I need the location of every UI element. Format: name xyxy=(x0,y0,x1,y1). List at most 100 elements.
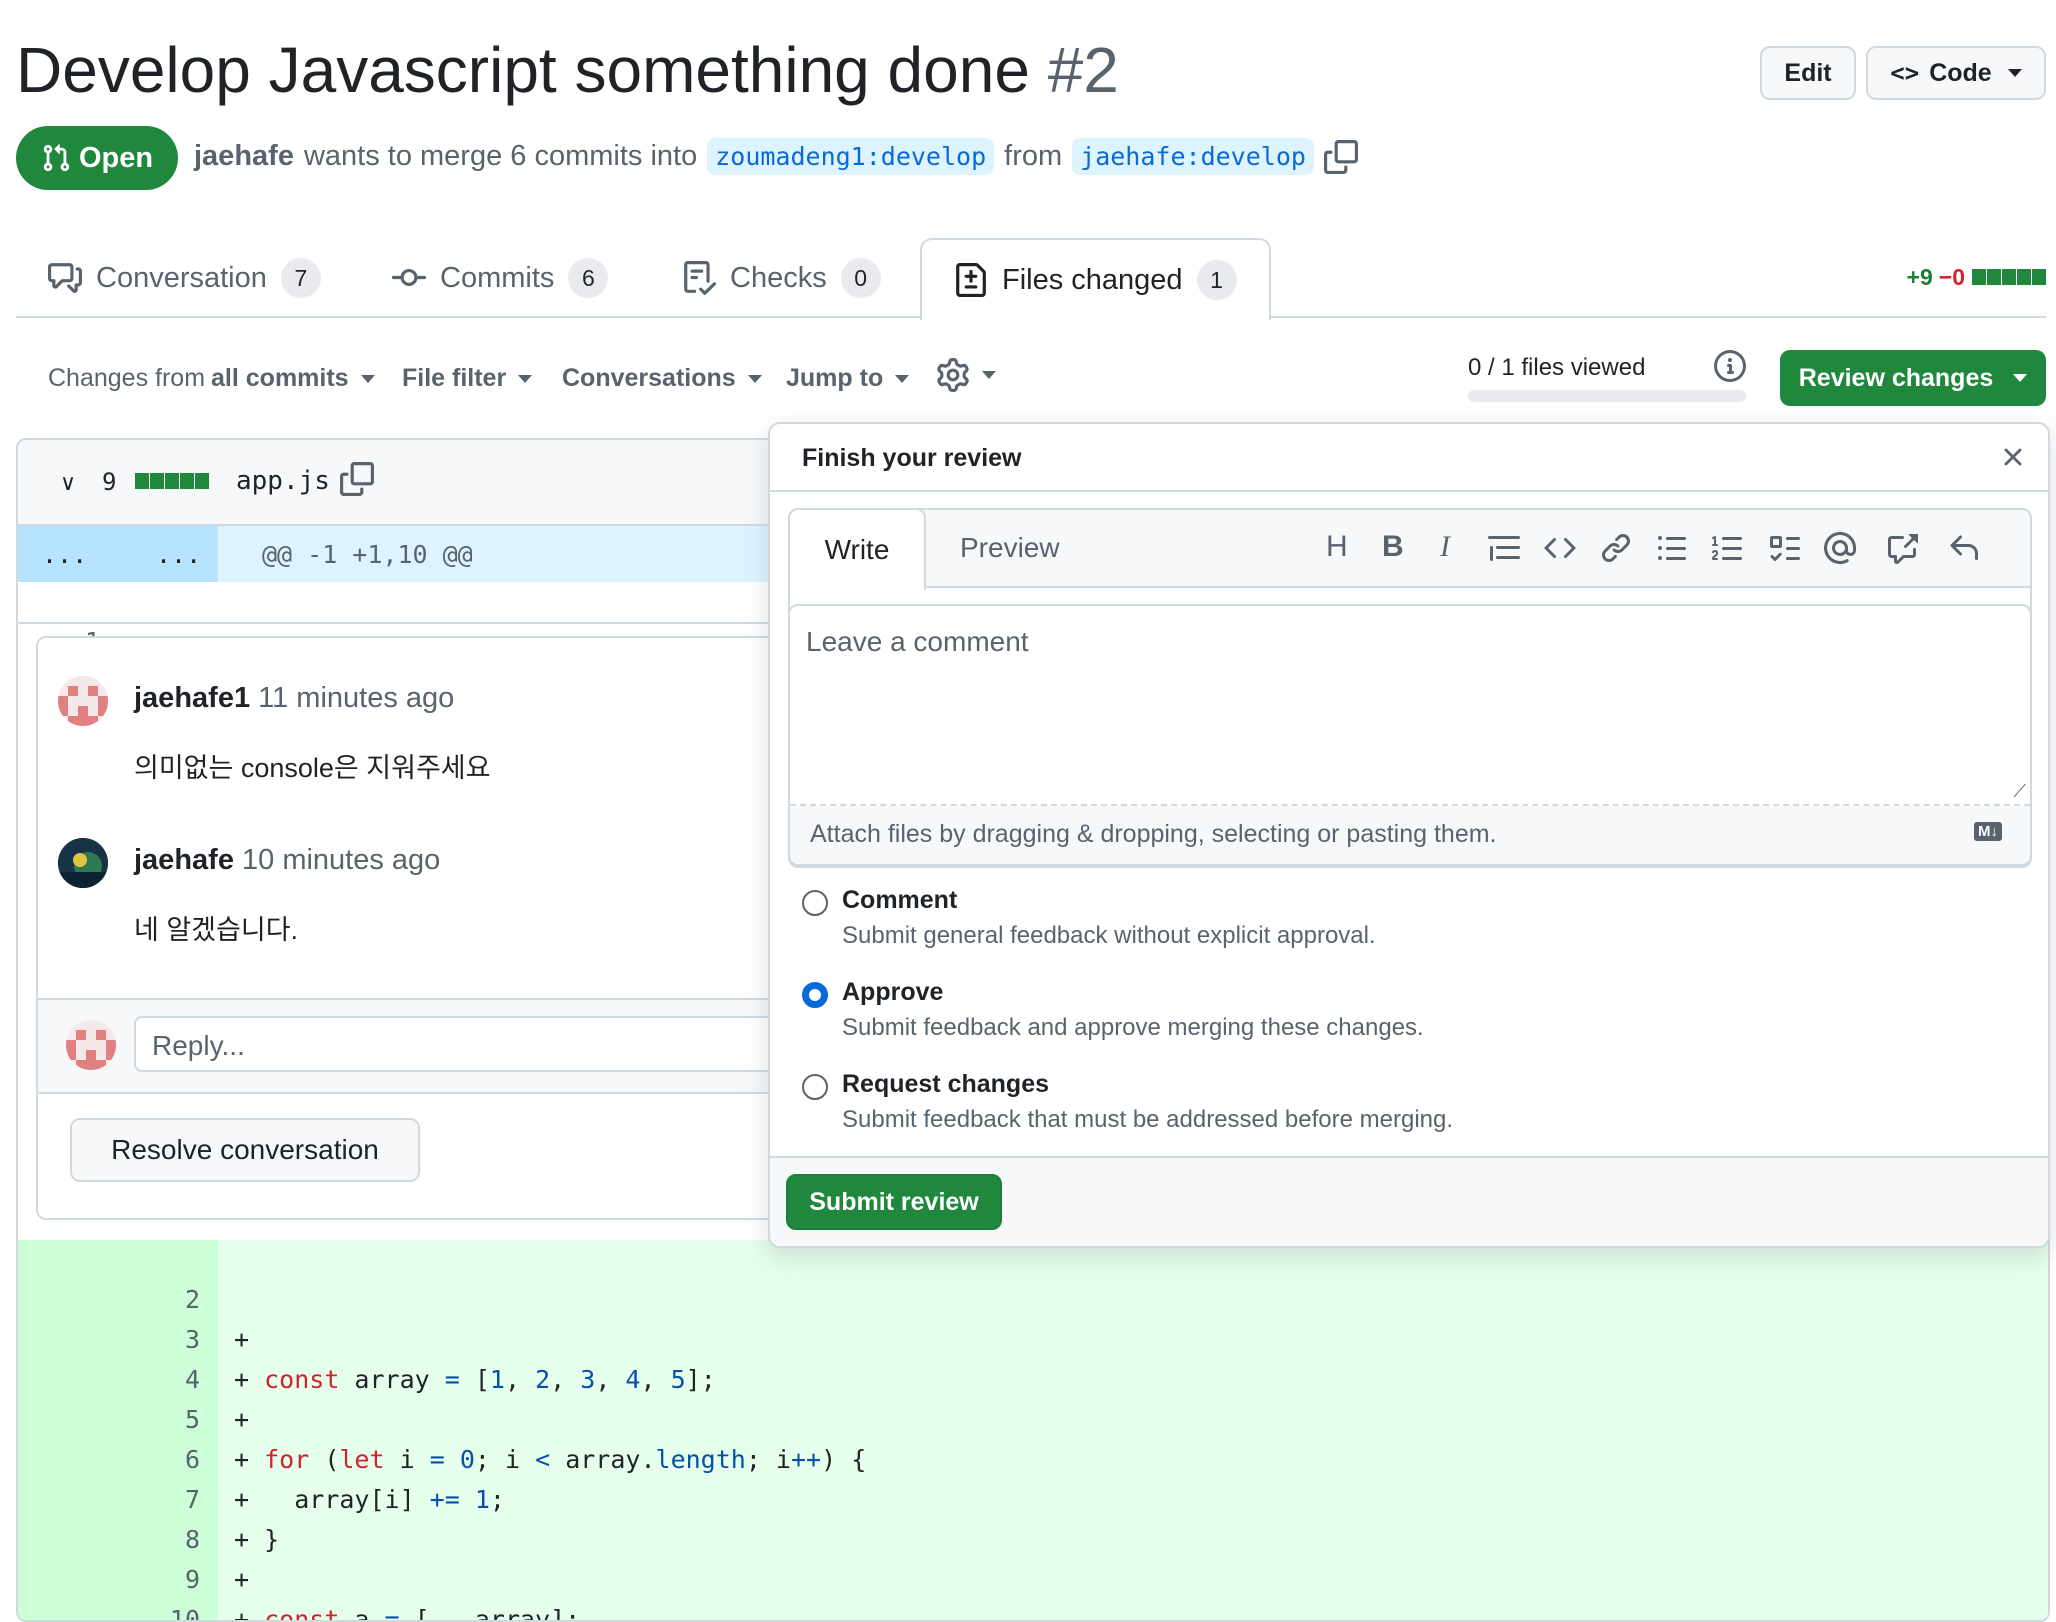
comment-author[interactable]: jaehafe xyxy=(134,844,234,876)
review-changes-label: Review changes xyxy=(1798,363,1994,392)
hunk-expand-right[interactable]: ... xyxy=(156,540,201,569)
comment-header: jaehafe1 11 minutes ago xyxy=(134,682,454,715)
review-title: Finish your review xyxy=(802,444,1022,472)
code-line-added: 3 + const array = [1, 2, 3, 4, 5]; xyxy=(18,1280,2048,1394)
approve-radio[interactable] xyxy=(802,982,828,1008)
italic-icon[interactable]: I xyxy=(1440,530,1450,564)
avatar[interactable] xyxy=(58,676,108,726)
from-text: from xyxy=(1004,140,1063,172)
code-icon[interactable] xyxy=(1544,532,1576,564)
avatar[interactable] xyxy=(58,838,108,888)
link-icon[interactable] xyxy=(1600,532,1632,564)
option-approve-title[interactable]: Approve xyxy=(842,978,943,1007)
file-name[interactable]: app.js xyxy=(236,466,330,496)
edit-button-label: Edit xyxy=(1784,58,1832,87)
chevron-down-icon xyxy=(2013,374,2028,382)
chevron-down-icon xyxy=(747,374,762,383)
quote-icon[interactable] xyxy=(1488,532,1520,564)
comment-discussion-icon xyxy=(48,263,82,293)
git-pull-request-icon xyxy=(43,144,70,172)
hunk-expand-left[interactable]: ... xyxy=(42,540,87,569)
request-changes-radio[interactable] xyxy=(802,1074,828,1100)
review-changes-button[interactable]: Review changes xyxy=(1780,350,2046,406)
file-filter-label: File filter xyxy=(402,364,507,392)
comment-time[interactable]: 11 minutes ago xyxy=(258,682,454,714)
conversations-dropdown[interactable]: Conversations xyxy=(562,364,762,393)
chevron-down-icon[interactable]: ∨ xyxy=(60,470,76,496)
comment-body: 네 알겠습니다. xyxy=(134,915,299,945)
task-list-icon[interactable] xyxy=(1768,532,1800,564)
comment-textarea[interactable]: Leave a comment ⟋ xyxy=(790,606,2030,806)
reply-placeholder: Reply... xyxy=(152,1030,245,1061)
tab-conversation[interactable]: Conversation 7 xyxy=(48,240,321,316)
copy-icon[interactable] xyxy=(1323,139,1358,174)
gear-icon xyxy=(937,358,969,392)
comment-editor: Leave a comment ⟋ Attach files by draggi… xyxy=(788,604,2032,866)
comment-radio[interactable] xyxy=(802,890,828,916)
tab-checks[interactable]: Checks 0 xyxy=(682,240,881,316)
files-viewed-text: 0 / 1 files viewed xyxy=(1468,354,1646,381)
bold-icon[interactable]: B xyxy=(1382,530,1404,564)
cross-reference-icon[interactable] xyxy=(1886,532,1918,564)
submit-review-button[interactable]: Submit review xyxy=(786,1174,1002,1230)
code-content: + const a = [...array]; xyxy=(234,1605,581,1622)
mention-icon[interactable] xyxy=(1824,532,1856,564)
code-button[interactable]: <> Code xyxy=(1866,46,2046,100)
base-branch[interactable]: zoumadeng1:develop xyxy=(707,138,995,175)
checklist-icon xyxy=(684,261,716,295)
unordered-list-icon[interactable] xyxy=(1656,532,1688,564)
info-icon[interactable] xyxy=(1714,350,1746,382)
jump-to-dropdown[interactable]: Jump to xyxy=(786,364,910,393)
git-commit-icon xyxy=(392,268,426,286)
line-number-new[interactable]: 10 xyxy=(158,1600,200,1620)
resolve-conversation-button[interactable]: Resolve conversation xyxy=(70,1118,420,1182)
code-icon: <> xyxy=(1890,59,1920,87)
copy-icon[interactable] xyxy=(340,462,374,496)
markdown-icon[interactable]: M↓ xyxy=(1974,822,2002,841)
comment-time[interactable]: 10 minutes ago xyxy=(242,844,440,876)
option-request-changes-desc: Submit feedback that must be addressed b… xyxy=(842,1106,1454,1133)
tab-write[interactable]: Write xyxy=(788,508,926,590)
comment-author[interactable]: jaehafe1 xyxy=(134,682,250,714)
changes-from-dropdown[interactable]: Changes from all commits xyxy=(48,364,375,393)
tab-checks-count: 0 xyxy=(840,258,881,298)
chevron-down-icon xyxy=(360,374,375,383)
option-comment-title[interactable]: Comment xyxy=(842,886,957,915)
head-branch[interactable]: jaehafe:develop xyxy=(1072,138,1314,175)
chevron-down-icon xyxy=(2007,69,2022,77)
settings-dropdown[interactable] xyxy=(936,358,996,392)
tab-commits-count: 6 xyxy=(568,258,609,298)
identicon-avatar xyxy=(58,676,108,726)
close-icon[interactable] xyxy=(1998,442,2028,472)
code-button-label: Code xyxy=(1929,58,1992,87)
tab-commits-label: Commits xyxy=(440,261,555,294)
chevron-down-icon xyxy=(982,371,996,379)
review-popover: Finish your review Write Preview H B I L… xyxy=(768,422,2050,1248)
conversations-label: Conversations xyxy=(562,364,736,392)
ordered-list-icon[interactable] xyxy=(1712,532,1744,564)
attach-files-text[interactable]: Attach files by dragging & dropping, sel… xyxy=(810,820,1497,849)
author-link[interactable]: jaehafe xyxy=(194,140,294,173)
diffstat-deletions: −0 xyxy=(1938,264,1965,290)
tab-checks-label: Checks xyxy=(730,261,827,294)
avatar xyxy=(66,1020,116,1070)
reply-icon[interactable] xyxy=(1948,532,1980,564)
code-line-added: 5 + for (let i = 0; i < array.length; i+… xyxy=(18,1360,2048,1474)
tab-commits[interactable]: Commits 6 xyxy=(392,240,609,316)
file-change-count: 9 xyxy=(102,468,117,496)
edit-button[interactable]: Edit xyxy=(1760,46,1856,100)
tab-preview[interactable]: Preview xyxy=(960,532,1060,564)
diffstat: +9 −0 xyxy=(1907,264,2046,291)
heading-icon[interactable]: H xyxy=(1326,530,1348,564)
option-comment-desc: Submit general feedback without explicit… xyxy=(842,922,1376,949)
file-filter-dropdown[interactable]: File filter xyxy=(402,364,533,393)
file-diffstat-blocks xyxy=(134,473,209,489)
resize-handle-icon[interactable]: ⟋ xyxy=(2013,781,2026,802)
tab-files-changed[interactable]: Files changed 1 xyxy=(920,238,1271,320)
pr-meta: jaehafe wants to merge 6 commits into zo… xyxy=(194,138,1358,175)
markdown-toolbar: H B I xyxy=(1326,508,2026,586)
tab-write-label: Write xyxy=(824,534,890,565)
tab-files-changed-label: Files changed xyxy=(1002,263,1183,296)
code-line-added: 10 + console.log('a:', a); xyxy=(18,1560,2048,1620)
option-request-changes-title[interactable]: Request changes xyxy=(842,1070,1049,1099)
